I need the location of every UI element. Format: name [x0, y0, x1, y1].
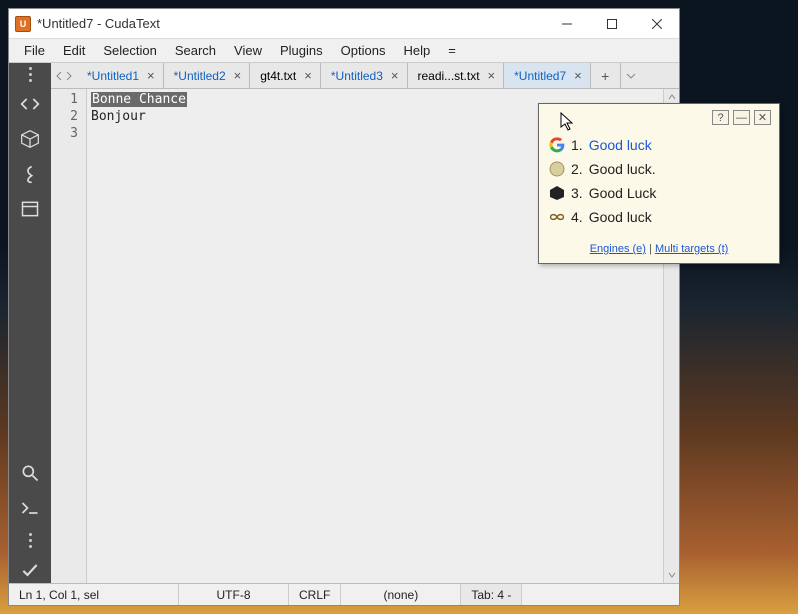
tab-close-icon[interactable]: × [572, 68, 584, 83]
item-number: 3. [571, 185, 583, 201]
minimize-button[interactable] [544, 9, 589, 38]
item-number: 4. [571, 209, 583, 225]
drag-handle-icon[interactable] [29, 67, 32, 82]
menu-bar: File Edit Selection Search View Plugins … [9, 39, 679, 63]
close-button[interactable] [634, 9, 679, 38]
tab-untitled2[interactable]: *Untitled2 × [164, 63, 251, 88]
translation-item[interactable]: 3. Good Luck [547, 181, 771, 205]
tab-close-icon[interactable]: × [486, 68, 498, 83]
tab-next-icon[interactable] [65, 71, 73, 81]
status-bar: Ln 1, Col 1, sel UTF-8 CRLF (none) Tab: … [9, 583, 679, 605]
item-text: Good luck [589, 209, 652, 225]
status-position[interactable]: Ln 1, Col 1, sel [9, 584, 179, 605]
new-tab-button[interactable]: + [591, 63, 621, 88]
window-title: *Untitled7 - CudaText [37, 16, 544, 31]
status-lineend[interactable]: CRLF [289, 584, 341, 605]
translation-popup: ? — ✕ 1. Good luck 2. Good luck. 3. Good… [538, 103, 780, 264]
tab-label: *Untitled1 [87, 69, 139, 83]
line-number: 1 [51, 91, 86, 108]
popup-close-button[interactable]: ✕ [754, 110, 771, 125]
tab-gt4t[interactable]: gt4t.txt × [250, 63, 321, 88]
menu-search[interactable]: Search [166, 40, 225, 61]
engines-link[interactable]: Engines (e) [590, 243, 646, 255]
selected-text: Bonne Chance [91, 92, 187, 107]
tab-untitled7[interactable]: *Untitled7 × [504, 63, 591, 88]
menu-selection[interactable]: Selection [94, 40, 165, 61]
tab-overflow-icon[interactable] [621, 63, 641, 88]
code-panel-icon[interactable] [20, 94, 40, 117]
app-icon: U [15, 16, 31, 32]
tab-label: *Untitled2 [174, 69, 226, 83]
popup-minimize-button[interactable]: — [733, 110, 750, 125]
sphere-icon [549, 161, 565, 177]
window-icon[interactable] [20, 199, 40, 222]
translation-item[interactable]: 2. Good luck. [547, 157, 771, 181]
box-icon[interactable] [20, 129, 40, 152]
tab-untitled1[interactable]: *Untitled1 × [77, 63, 164, 88]
status-lexer[interactable]: (none) [341, 584, 461, 605]
tab-close-icon[interactable]: × [389, 68, 401, 83]
item-text: Good luck. [589, 161, 656, 177]
delta-icon[interactable] [20, 164, 40, 187]
more-icon[interactable] [29, 533, 32, 548]
cube-icon [549, 185, 565, 201]
tab-close-icon[interactable]: × [145, 68, 157, 83]
menu-equals[interactable]: = [439, 40, 465, 61]
line-number: 3 [51, 125, 86, 142]
tab-label: gt4t.txt [260, 69, 296, 83]
tab-readme[interactable]: readi...st.txt × [408, 63, 505, 88]
console-icon[interactable] [20, 498, 40, 521]
menu-view[interactable]: View [225, 40, 271, 61]
item-number: 2. [571, 161, 583, 177]
translation-item[interactable]: 4. Good luck [547, 205, 771, 229]
status-tab[interactable]: Tab: 4 - [461, 584, 522, 605]
tab-nav [51, 63, 77, 88]
tab-untitled3[interactable]: *Untitled3 × [321, 63, 408, 88]
tab-label: *Untitled3 [331, 69, 383, 83]
tab-close-icon[interactable]: × [302, 68, 314, 83]
check-icon[interactable] [20, 560, 40, 583]
line-gutter: 1 2 3 [51, 89, 87, 583]
search-icon[interactable] [20, 463, 40, 486]
menu-plugins[interactable]: Plugins [271, 40, 332, 61]
scroll-down-icon[interactable] [664, 567, 679, 583]
tab-label: readi...st.txt [418, 69, 480, 83]
tab-label: *Untitled7 [514, 69, 566, 83]
item-text: Good Luck [589, 185, 657, 201]
maximize-button[interactable] [589, 9, 634, 38]
tab-bar: *Untitled1 × *Untitled2 × gt4t.txt × *Un… [51, 63, 679, 89]
google-icon [549, 137, 565, 153]
menu-edit[interactable]: Edit [54, 40, 94, 61]
infinity-icon [549, 209, 565, 225]
tab-close-icon[interactable]: × [232, 68, 244, 83]
app-window: U *Untitled7 - CudaText File Edit Select… [8, 8, 680, 606]
multi-targets-link[interactable]: Multi targets (t) [655, 243, 728, 255]
sidebar [9, 63, 51, 583]
menu-help[interactable]: Help [394, 40, 439, 61]
menu-file[interactable]: File [15, 40, 54, 61]
translation-item[interactable]: 1. Good luck [547, 133, 771, 157]
status-encoding[interactable]: UTF-8 [179, 584, 289, 605]
titlebar: U *Untitled7 - CudaText [9, 9, 679, 39]
line-number: 2 [51, 108, 86, 125]
menu-options[interactable]: Options [332, 40, 395, 61]
tab-prev-icon[interactable] [55, 71, 63, 81]
popup-help-button[interactable]: ? [712, 110, 729, 125]
item-text: Good luck [589, 137, 652, 153]
item-number: 1. [571, 137, 583, 153]
popup-footer: Engines (e) | Multi targets (t) [547, 243, 771, 255]
